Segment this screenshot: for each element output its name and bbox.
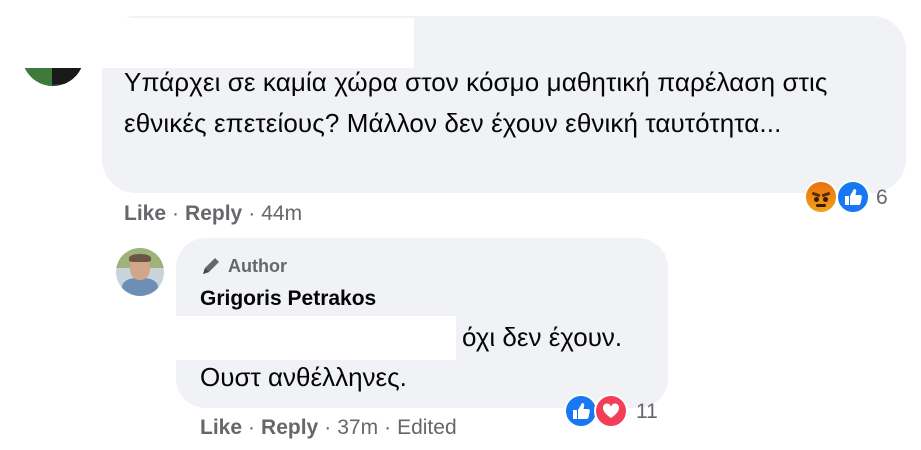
comment-reactions[interactable]: 6 — [804, 180, 904, 216]
pen-icon — [203, 258, 219, 274]
comment-actions: Like · Reply · 44m — [124, 202, 303, 225]
author-badge-label: Author — [228, 255, 287, 276]
redacted-name-area — [22, 18, 414, 68]
comment-text: Υπάρχει σε καμία χώρα στον κόσμο μαθητικ… — [124, 67, 828, 138]
author-avatar[interactable] — [116, 248, 164, 296]
author-badge: Author — [200, 255, 287, 277]
reaction-count: 6 — [876, 186, 888, 209]
reaction-count: 11 — [636, 400, 658, 423]
redacted-text-area — [176, 316, 456, 360]
reply-reactions[interactable]: 11 — [564, 394, 674, 430]
reply-link[interactable]: Reply — [185, 202, 242, 225]
love-icon — [594, 394, 628, 428]
timestamp[interactable]: 44m — [261, 202, 302, 225]
edited-label: Edited — [397, 416, 457, 439]
like-link[interactable]: Like — [124, 202, 166, 225]
angry-icon — [804, 180, 838, 214]
like-icon — [564, 394, 598, 428]
like-link[interactable]: Like — [200, 416, 242, 439]
reply-text-line1: όχι δεν έχουν. — [462, 322, 623, 352]
author-name[interactable]: Grigoris Petrakos — [200, 287, 376, 311]
reply-text-line2: Ουστ ανθέλληνες. — [200, 362, 407, 392]
like-icon — [836, 180, 870, 214]
reply-link[interactable]: Reply — [261, 416, 318, 439]
timestamp[interactable]: 37m — [337, 416, 378, 439]
reply-actions: Like · Reply · 37m · Edited — [200, 416, 457, 439]
